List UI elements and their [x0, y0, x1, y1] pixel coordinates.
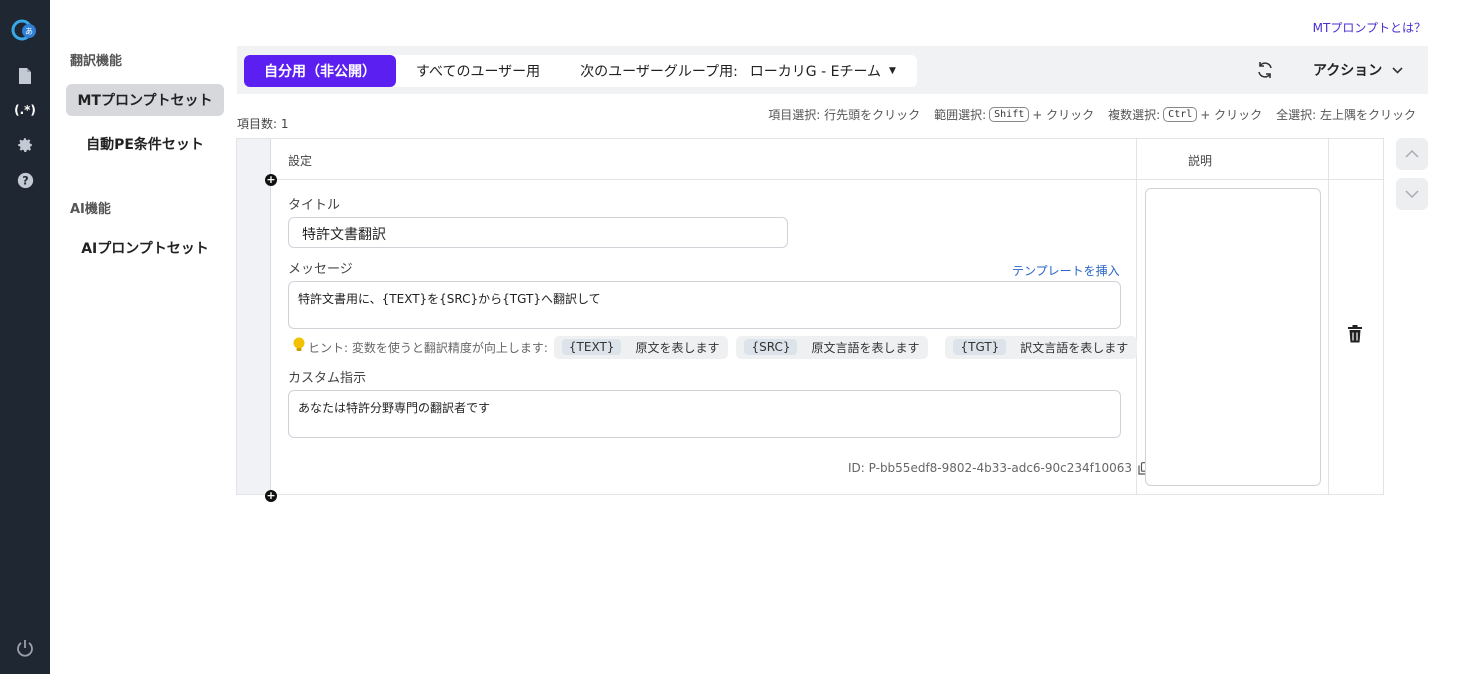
chevron-down-icon	[1392, 64, 1403, 77]
lightbulb-icon	[293, 337, 305, 357]
tab-all-users[interactable]: すべてのユーザー用	[396, 55, 560, 87]
power-icon[interactable]	[15, 638, 35, 658]
insert-template-link[interactable]: テンプレートを挿入	[1012, 262, 1120, 279]
svg-text:あ: あ	[25, 27, 33, 36]
title-input[interactable]: 特許文書翻訳	[288, 217, 788, 248]
actions-menu[interactable]: アクション	[1313, 60, 1403, 80]
actions-label: アクション	[1313, 63, 1383, 79]
nav-item-auto-pe-set[interactable]: 自動PE条件セット	[66, 128, 224, 160]
hint-select-all: 全選択: 左上隅をクリック	[1276, 108, 1416, 122]
prompt-table: 設定 説明 + + タイトル 特許文書翻訳 メッセージ テンプレートを挿入 特許…	[236, 138, 1384, 502]
item-count: 項目数: 1	[237, 117, 289, 131]
variable-code: {SRC}	[744, 339, 798, 355]
add-row-below-icon[interactable]: +	[265, 490, 277, 502]
group-select-value[interactable]: ローカリG - Eチーム	[750, 61, 881, 81]
selection-hints: 項目選択: 行先頭をクリック 範囲選択: Shift + クリック 複数選択: …	[768, 106, 1416, 123]
caret-down-icon: ▼	[889, 66, 896, 76]
title-label: タイトル	[288, 198, 341, 213]
variable-code: {TEXT}	[561, 339, 622, 355]
tab-user-group-label: 次のユーザーグループ用:	[580, 64, 738, 80]
refresh-icon[interactable]	[1255, 60, 1275, 80]
column-divider	[1328, 139, 1329, 494]
move-down-button[interactable]	[1396, 178, 1428, 210]
variable-code: {TGT}	[953, 339, 1007, 355]
hint-range-label: 範囲選択:	[934, 108, 987, 122]
tab-user-group[interactable]: 次のユーザーグループ用: ローカリG - Eチーム ▼	[560, 55, 916, 87]
variable-chip-text[interactable]: {TEXT} 原文を表します	[553, 335, 729, 359]
section-label-translation: 翻訳機能	[70, 54, 123, 69]
shift-key: Shift	[989, 107, 1030, 122]
row-gutter[interactable]	[237, 139, 271, 494]
variable-desc: 訳文言語を表します	[1020, 340, 1129, 355]
variable-desc: 原文言語を表します	[811, 340, 920, 355]
gear-icon[interactable]	[15, 135, 35, 155]
message-textarea[interactable]: 特許文書用に、{TEXT}を{SRC}から{TGT}へ翻訳して	[288, 281, 1121, 329]
scope-selector: 自分用（非公開） すべてのユーザー用 次のユーザーグループ用: ローカリG - …	[244, 55, 917, 87]
hint-multi-label: 複数選択:	[1108, 108, 1161, 122]
app-logo-icon[interactable]: あ	[10, 18, 40, 42]
move-up-button[interactable]	[1396, 138, 1428, 170]
message-label: メッセージ	[288, 262, 353, 277]
column-header-settings: 設定	[288, 154, 313, 168]
variable-chip-src[interactable]: {SRC} 原文言語を表します	[736, 335, 929, 359]
section-label-ai: AI機能	[70, 202, 111, 217]
variable-hint: ヒント: 変数を使うと翻訳精度が向上します: {TEXT} 原文を表します {S…	[293, 335, 1138, 359]
tab-private[interactable]: 自分用（非公開）	[244, 55, 396, 87]
help-icon[interactable]: ?	[15, 170, 35, 190]
custom-instruction-textarea[interactable]: あなたは特許分野専門の翻訳者です	[288, 390, 1121, 438]
sub-navigation: 翻訳機能 MTプロンプトセット 自動PE条件セット AI機能 AIプロンプトセッ…	[50, 0, 236, 674]
hint-range-select: 範囲選択: Shift + クリック	[934, 106, 1094, 123]
prompt-id: ID: P-bb55edf8-9802-4b33-adc6-90c234f100…	[848, 461, 1150, 475]
regex-icon[interactable]: (.*)	[14, 100, 36, 120]
variable-desc: 原文を表します	[635, 340, 720, 355]
add-row-above-icon[interactable]: +	[265, 174, 277, 186]
toolbar: 自分用（非公開） すべてのユーザー用 次のユーザーグループ用: ローカリG - …	[237, 46, 1428, 94]
custom-instruction-label: カスタム指示	[288, 371, 367, 386]
column-divider	[1136, 139, 1137, 494]
document-icon[interactable]	[15, 66, 35, 86]
ctrl-key: Ctrl	[1163, 107, 1198, 122]
column-header-description: 説明	[1188, 154, 1213, 168]
hint-item-select: 項目選択: 行先頭をクリック	[768, 108, 921, 122]
hint-click-label: + クリック	[1032, 108, 1095, 122]
table-header: 設定 説明	[271, 139, 1383, 180]
hint-text: ヒント: 変数を使うと翻訳精度が向上します:	[308, 340, 548, 355]
hint-click-label: + クリック	[1200, 108, 1263, 122]
chevron-up-icon	[1405, 150, 1419, 158]
left-rail: あ (.*) ?	[0, 0, 50, 674]
prompt-id-text: ID: P-bb55edf8-9802-4b33-adc6-90c234f100…	[848, 461, 1133, 475]
nav-item-ai-prompt-set[interactable]: AIプロンプトセット	[66, 232, 224, 264]
chevron-down-icon	[1405, 190, 1419, 198]
hint-multi-select: 複数選択: Ctrl + クリック	[1108, 106, 1262, 123]
svg-text:?: ?	[22, 174, 28, 187]
what-is-mt-prompt-link[interactable]: MTプロンプトとは？	[1313, 19, 1426, 36]
nav-item-mt-prompt-set[interactable]: MTプロンプトセット	[66, 84, 224, 116]
variable-chip-tgt[interactable]: {TGT} 訳文言語を表します	[945, 335, 1138, 359]
trash-icon[interactable]	[1347, 325, 1365, 345]
description-textarea[interactable]	[1145, 188, 1321, 486]
